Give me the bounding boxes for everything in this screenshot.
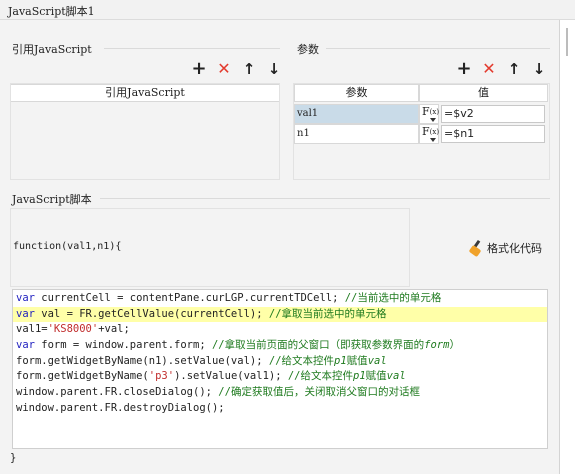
delete-parameter-button[interactable]: ✕ [480,60,498,78]
script-group-line [100,198,550,199]
function-signature-area: function(val1,n1){ [10,208,410,287]
parameters-toolbar: + ✕ ↑ ↓ [455,60,548,79]
fx-icon-sub: (x) [429,108,440,116]
scrollbar-thumb[interactable] [566,28,568,56]
code-line[interactable]: var form = window.parent.form; //拿取当前页面的… [13,338,547,354]
broom-icon [468,239,484,258]
code-line[interactable]: form.getWidgetByName(n1).setValue(val); … [13,354,547,370]
delete-icon: ✕ [217,59,231,78]
plus-icon: + [456,58,472,79]
arrow-up-icon: ↑ [507,60,521,78]
code-editor[interactable]: var currentCell = contentPane.curLGP.cur… [12,289,548,449]
param-column-header: 参数 [294,84,419,102]
code-line[interactable]: form.getWidgetByName('p3').setValue(val1… [13,369,547,385]
fx-icon-sub: (x) [429,128,440,136]
add-parameter-button[interactable]: + [455,60,473,78]
delete-reference-button[interactable]: ✕ [215,60,233,78]
param-value-field[interactable]: =$v2 [441,105,545,123]
references-toolbar: + ✕ ↑ ↓ [190,60,283,79]
fx-icon: F [422,105,430,118]
parameters-section-label: 参数 [297,43,319,56]
parameters-grid: 参数 值 val1 F(x) =$v2 n1 F(x) =$n1 [294,84,548,146]
move-down-parameter-button[interactable]: ↓ [530,60,548,78]
title-bar: JavaScript脚本1 [0,0,575,20]
closing-brace: } [10,452,17,464]
code-line[interactable]: window.parent.FR.closeDialog(); //确定获取值后… [13,385,547,401]
arrow-up-icon: ↑ [242,60,256,78]
chevron-down-icon [430,138,436,142]
fx-icon: F [422,125,430,138]
param-name-cell[interactable]: n1 [294,124,419,144]
formula-button[interactable]: F(x) [419,124,439,144]
format-code-label: 格式化代码 [487,242,542,255]
code-line[interactable]: var val = FR.getCellValue(currentCell); … [13,306,547,323]
script-section-label: JavaScript脚本 [12,193,92,206]
add-reference-button[interactable]: + [190,60,208,78]
move-up-parameter-button[interactable]: ↑ [505,60,523,78]
formula-button[interactable]: F(x) [419,104,439,124]
value-column-header: 值 [419,84,548,102]
table-row[interactable]: val1 F(x) =$v2 [294,104,548,124]
move-down-reference-button[interactable]: ↓ [265,60,283,78]
scrollbar[interactable] [561,20,575,474]
window-title: JavaScript脚本1 [8,5,95,18]
delete-icon: ✕ [482,59,496,78]
references-group-line [104,48,280,49]
code-line[interactable]: window.parent.FR.destroyDialog(); [13,401,547,417]
code-line[interactable]: var currentCell = contentPane.curLGP.cur… [13,291,547,307]
param-name-cell[interactable]: val1 [294,104,419,124]
plus-icon: + [191,58,207,79]
function-signature: function(val1,n1){ [13,241,122,252]
references-section-label: 引用JavaScript [12,43,92,56]
format-code-button[interactable]: 格式化代码 [468,239,542,258]
code-line[interactable]: val1='KS8000'+val; [13,322,547,338]
move-up-reference-button[interactable]: ↑ [240,60,258,78]
references-column-header: 引用JavaScript [11,84,279,102]
table-row[interactable]: n1 F(x) =$n1 [294,124,548,144]
arrow-down-icon: ↓ [267,60,281,78]
chevron-down-icon [430,118,436,122]
parameters-group-line [326,48,550,49]
arrow-down-icon: ↓ [532,60,546,78]
param-value-field[interactable]: =$n1 [441,125,545,143]
